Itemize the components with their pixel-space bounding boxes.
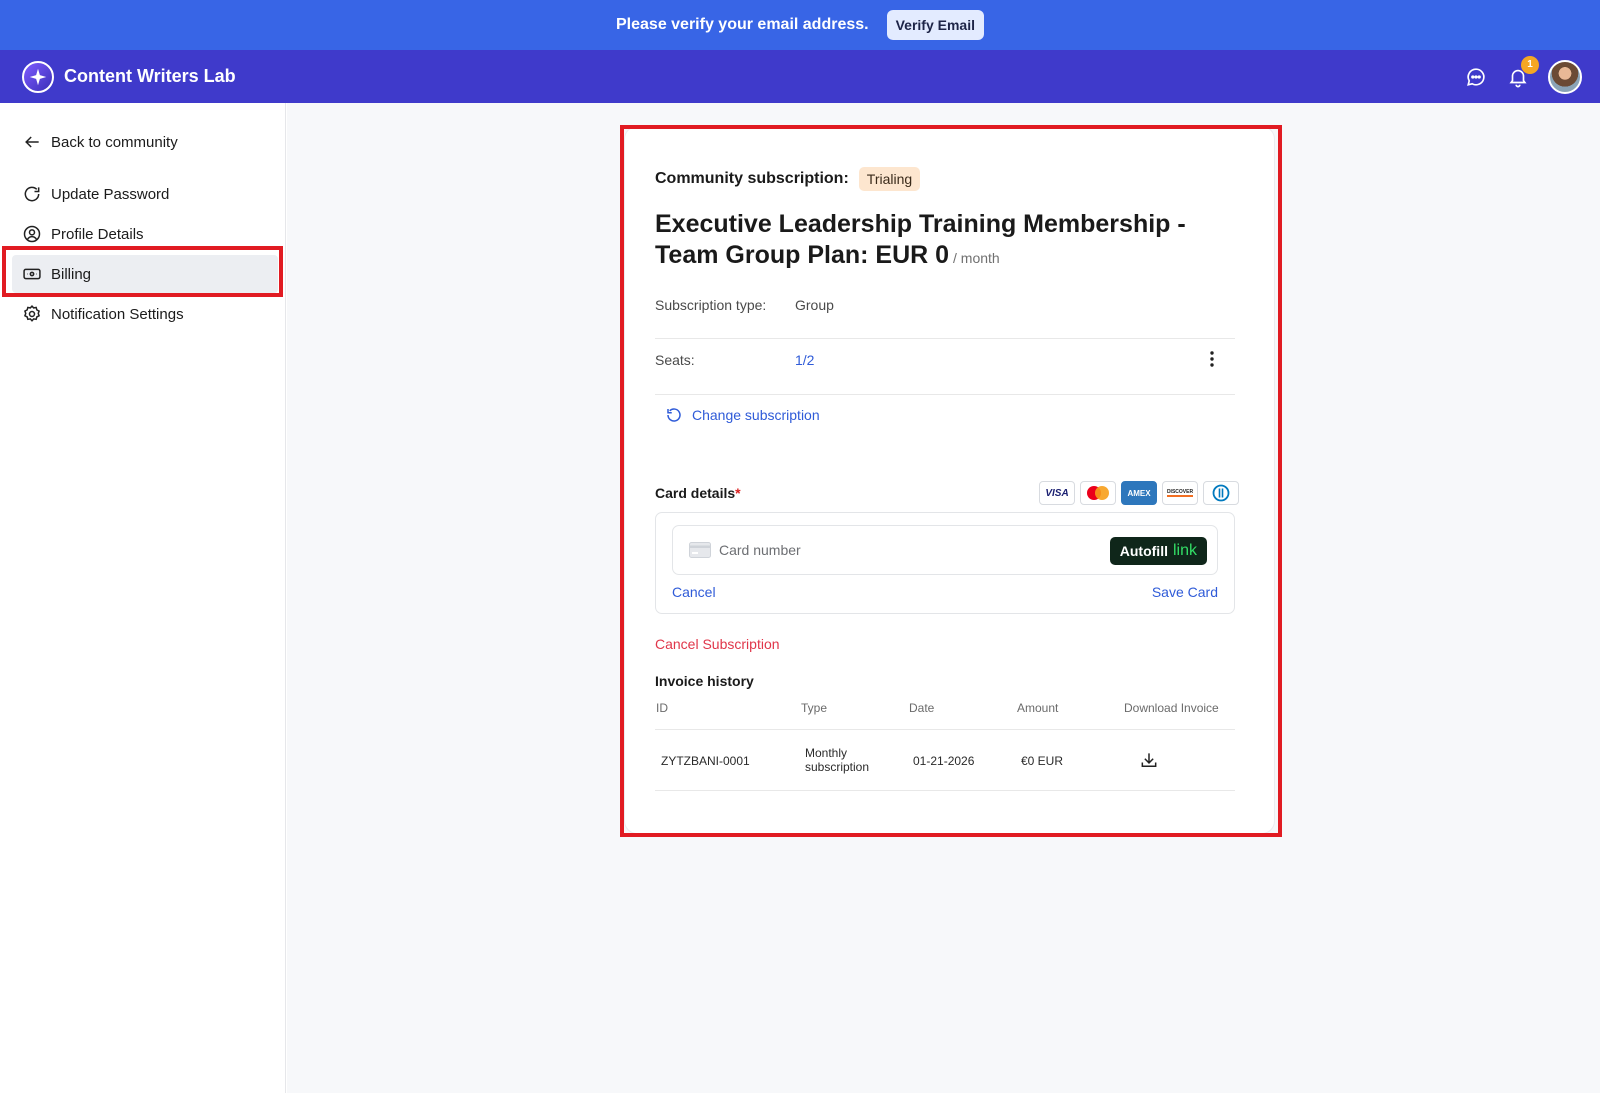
top-header: Content Writers Lab 1 (0, 50, 1600, 103)
billing-highlight-box (2, 246, 283, 297)
gear-icon (23, 304, 41, 322)
sidebar-item-notification-settings[interactable]: Notification Settings (12, 295, 278, 333)
sidebar-item-label: Profile Details (51, 225, 144, 243)
verify-email-message: Please verify your email address. (616, 16, 869, 33)
sidebar-item-update-password[interactable]: Update Password (12, 175, 278, 213)
verify-email-banner: Please verify your email address. Verify… (0, 0, 1600, 50)
sidebar-item-label: Update Password (51, 185, 170, 203)
subscription-highlight-box (620, 125, 1282, 837)
brand-name[interactable]: Content Writers Lab (64, 66, 236, 87)
user-avatar[interactable] (1548, 59, 1582, 94)
brand-logo-icon[interactable] (22, 60, 54, 93)
sidebar-item-label: Notification Settings (51, 305, 184, 323)
arrow-left-icon (25, 136, 39, 148)
user-circle-icon (23, 225, 41, 243)
refresh-icon (24, 186, 40, 202)
chat-icon[interactable] (1464, 65, 1488, 89)
bell-icon[interactable]: 1 (1506, 55, 1539, 89)
sidebar-item-label: Back to community (51, 133, 178, 151)
notification-count-badge: 1 (1521, 55, 1539, 74)
sidebar-item-back-to-community[interactable]: Back to community (12, 123, 278, 161)
verify-email-button[interactable]: Verify Email (886, 10, 984, 40)
